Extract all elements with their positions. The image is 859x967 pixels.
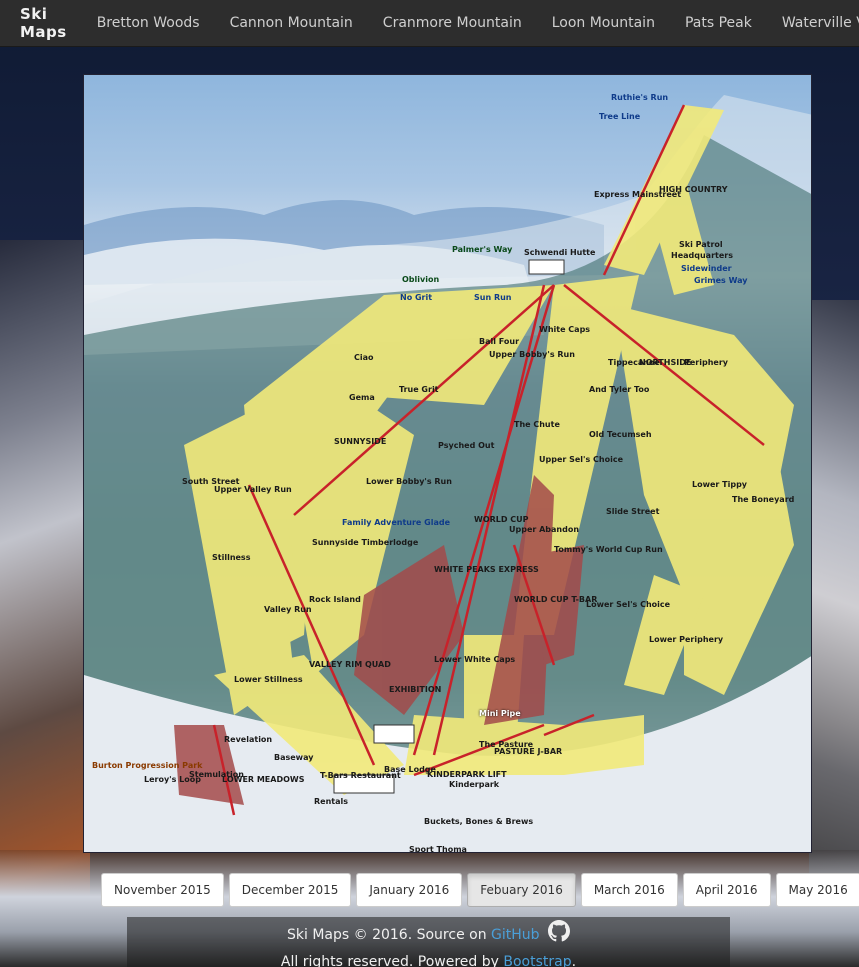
footer-line-2: All rights reserved. Powered by Bootstra… — [127, 950, 730, 967]
lodge-label: Ski Patrol — [679, 240, 723, 249]
trail-label: Lower Sel's Choice — [586, 600, 671, 609]
lift-label: VALLEY RIM QUAD — [309, 660, 391, 669]
bootstrap-link[interactable]: Bootstrap — [503, 954, 571, 967]
trail-label: Palmer's Way — [452, 245, 513, 254]
trail-label: And Tyler Too — [589, 385, 650, 394]
lift-label: SUNNYSIDE — [334, 437, 387, 446]
trail-map: Ruthie's Run Tree Line Schwendi Hutte Sk… — [83, 74, 812, 853]
trail-label: No Grit — [400, 293, 433, 302]
lodge-label: Sport Thoma — [409, 845, 467, 853]
trail-label: Sidewinder — [681, 264, 732, 273]
month-button-active[interactable]: Febuary 2016 — [467, 873, 576, 907]
trail-label: Express Mainstreet — [594, 190, 682, 199]
trail-label: True Grit — [399, 385, 439, 394]
month-selector: November 2015 December 2015 January 2016… — [101, 873, 859, 907]
glade-label: Family Adventure Glade — [342, 518, 451, 527]
month-button[interactable]: May 2016 — [775, 873, 859, 907]
lift-label: WORLD CUP T-BAR — [514, 595, 598, 604]
trail-label: Lower White Caps — [434, 655, 516, 664]
month-button[interactable]: December 2015 — [228, 873, 352, 907]
footer-period: . — [571, 954, 577, 967]
month-button[interactable]: November 2015 — [101, 873, 224, 907]
footer-rights: All rights reserved. Powered by — [280, 954, 504, 967]
trail-label: The Chute — [514, 420, 560, 429]
lodge-label: Sunnyside Timberlodge — [312, 538, 419, 547]
lift-label: WORLD CUP — [474, 515, 529, 524]
nav-link-cranmore-mountain[interactable]: Cranmore Mountain — [383, 15, 522, 31]
trail-label: Lower Stillness — [234, 675, 303, 684]
lodge-label: Headquarters — [671, 251, 733, 260]
month-button[interactable]: April 2016 — [682, 873, 771, 907]
lift-label: PASTURE J-BAR — [494, 747, 563, 756]
footer-copyright: Ski Maps © 2016. Source on — [287, 927, 492, 943]
github-link[interactable]: GitHub — [491, 927, 540, 943]
nav-link-cannon-mountain[interactable]: Cannon Mountain — [230, 15, 353, 31]
nav-link-pats-peak[interactable]: Pats Peak — [685, 15, 752, 31]
footer: Ski Maps © 2016. Source on GitHub All ri… — [127, 917, 730, 967]
lift-label: WHITE PEAKS EXPRESS — [434, 565, 539, 574]
trail-label: Slide Street — [606, 507, 660, 516]
park-label: Mini Pipe — [479, 709, 521, 718]
trail-label: Lower Periphery — [649, 635, 724, 644]
trail-label: Kinderpark — [449, 780, 500, 789]
trail-label: Old Tecumseh — [589, 430, 652, 439]
trail-label: Gema — [349, 393, 375, 402]
nav-link-bretton-woods[interactable]: Bretton Woods — [97, 15, 200, 31]
trail-label: Tippecanoe — [608, 358, 660, 367]
lift-label: EXHIBITION — [389, 685, 442, 694]
trail-label: Leroy's Loop — [144, 775, 201, 784]
month-button[interactable]: March 2016 — [580, 873, 678, 907]
trail-label: Oblivion — [402, 275, 440, 284]
trail-label: White Caps — [539, 325, 591, 334]
trail-label: Upper Valley Run — [214, 485, 292, 494]
month-button[interactable]: January 2016 — [356, 873, 463, 907]
lodge-label: Buckets, Bones & Brews — [424, 817, 534, 826]
lodge-label: Schwendi Hutte — [524, 248, 596, 257]
trail-label: Upper Abandon — [509, 525, 580, 534]
brand-link[interactable]: Ski Maps — [20, 5, 67, 41]
trail-label: Lower Tippy — [692, 480, 748, 489]
trail-label: Revelation — [224, 735, 273, 744]
trail-label: The Boneyard — [732, 495, 795, 504]
trail-label: Stillness — [212, 553, 251, 562]
trail-label: Ball Four — [479, 337, 520, 346]
lift-label: KINDERPARK LIFT — [427, 770, 507, 779]
trail-label: Tree Line — [599, 112, 641, 121]
lodge-label: Rentals — [314, 797, 349, 806]
trail-label: Upper Bobby's Run — [489, 350, 575, 359]
trail-label: Psyched Out — [438, 441, 495, 450]
navbar: Ski Maps Bretton Woods Cannon Mountain C… — [0, 0, 859, 47]
trail-label: Baseway — [274, 753, 314, 762]
trail-label: Grimes Way — [694, 276, 748, 285]
trail-label: Ruthie's Run — [611, 93, 669, 102]
nav-links: Bretton Woods Cannon Mountain Cranmore M… — [97, 15, 859, 31]
trail-label: Ciao — [354, 353, 374, 362]
trail-label: Valley Run — [264, 605, 312, 614]
nav-link-waterville-valley[interactable]: Waterville Valley — [782, 15, 859, 31]
nav-link-loon-mountain[interactable]: Loon Mountain — [552, 15, 655, 31]
trail-label: South Street — [182, 477, 240, 486]
trail-label: Rock Island — [309, 595, 361, 604]
github-icon[interactable] — [548, 920, 570, 950]
lodge-label: T-Bars Restaurant — [320, 771, 401, 780]
park-label: Burton Progression Park — [92, 761, 203, 770]
trail-label: Periphery — [684, 358, 728, 367]
trail-label: Lower Bobby's Run — [366, 477, 452, 486]
trail-label: Sun Run — [474, 293, 512, 302]
trail-label: Tommy's World Cup Run — [554, 545, 663, 554]
trail-label: Upper Sel's Choice — [539, 455, 624, 464]
footer-line-1: Ski Maps © 2016. Source on GitHub — [127, 920, 730, 950]
